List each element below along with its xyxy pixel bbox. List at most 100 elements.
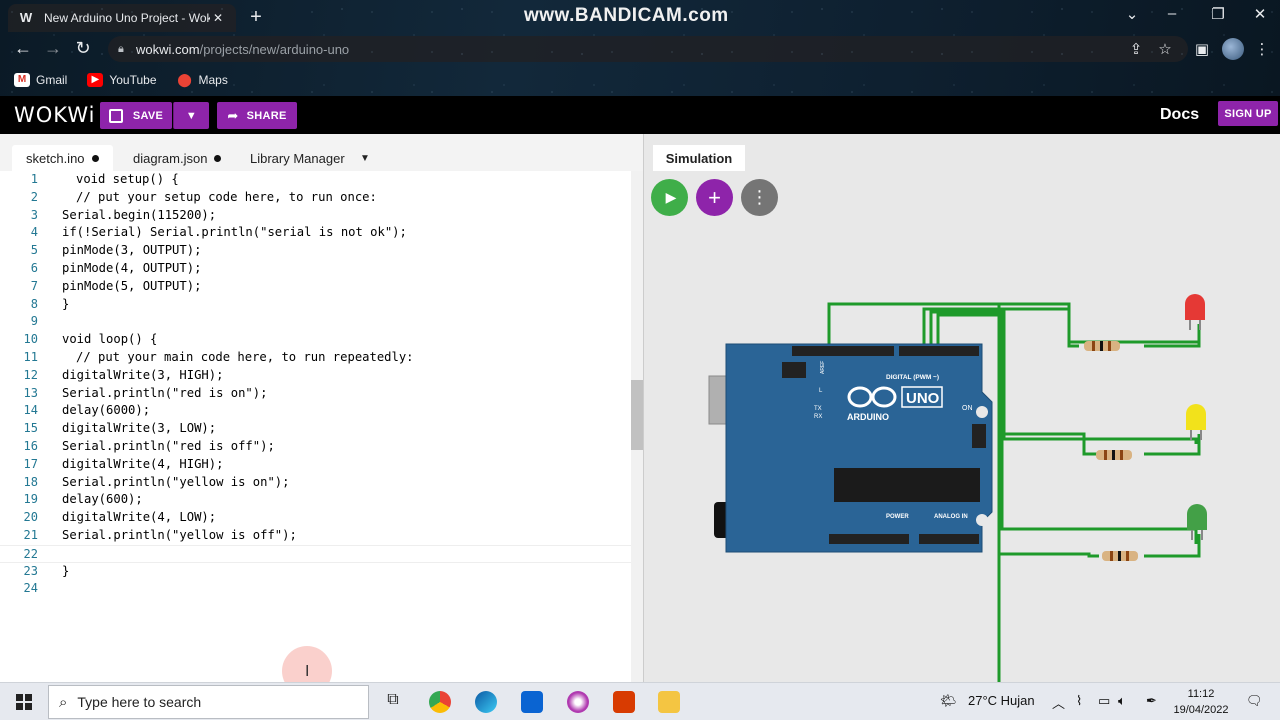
code-text[interactable]: digitalWrite(3, LOW); <box>62 420 216 438</box>
code-line[interactable]: 19 delay(600); <box>0 491 643 509</box>
weather-icon[interactable]: 🌤︎ <box>940 693 957 709</box>
code-text[interactable]: Serial.println("red is off"); <box>62 438 275 456</box>
code-text[interactable]: Serial.println("yellow is on"); <box>62 474 289 492</box>
task-view-icon[interactable]: ⧉ <box>382 691 404 713</box>
tab-diagram-json[interactable]: diagram.json <box>119 145 235 171</box>
code-line[interactable]: 24 <box>0 580 643 598</box>
windows-start-icon[interactable] <box>16 694 32 710</box>
save-dropdown-button[interactable]: ▼ <box>173 102 209 129</box>
bookmark-maps[interactable]: ⬤ Maps <box>177 73 228 88</box>
code-text[interactable]: delay(600); <box>62 491 143 509</box>
tabs-dropdown-caret-icon[interactable]: ▼ <box>346 145 384 171</box>
code-line[interactable]: 8} <box>0 296 643 314</box>
battery-icon[interactable]: ▭ <box>1098 693 1110 709</box>
bookmark-star-icon[interactable]: ☆ <box>1155 40 1175 58</box>
close-icon[interactable]: ✕ <box>210 11 226 25</box>
code-text[interactable]: if(!Serial) Serial.println("serial is no… <box>62 224 407 242</box>
weather-text[interactable]: 27°C Hujan <box>968 693 1035 708</box>
code-text[interactable]: digitalWrite(4, HIGH); <box>62 456 223 474</box>
restore-icon[interactable]: ❐ <box>1206 5 1230 23</box>
file-explorer-icon[interactable] <box>658 691 680 713</box>
code-line[interactable]: 15 digitalWrite(3, LOW); <box>0 420 643 438</box>
minimize-icon[interactable]: – <box>1160 5 1184 22</box>
address-bar[interactable]: 🔒︎ wokwi.com/projects/new/arduino-uno <box>108 36 1188 62</box>
code-text[interactable]: // put your main code here, to run repea… <box>76 349 414 367</box>
code-line[interactable]: 3 Serial.begin(115200); <box>0 207 643 225</box>
resistor-1[interactable] <box>1084 341 1120 351</box>
code-line[interactable]: 2 // put your setup code here, to run onc… <box>0 189 643 207</box>
chevron-up-icon[interactable]: ︿ <box>1052 693 1065 712</box>
code-text[interactable]: } <box>62 563 69 581</box>
back-arrow-icon[interactable]: ← <box>12 38 34 59</box>
code-text[interactable]: digitalWrite(4, LOW); <box>62 509 216 527</box>
editor-scroll-thumb[interactable] <box>631 380 643 450</box>
network-icon[interactable]: ⌇ <box>1076 693 1082 709</box>
signup-button[interactable]: SIGN UP <box>1218 101 1278 126</box>
side-panel-icon[interactable]: ▣ <box>1192 40 1212 58</box>
code-line[interactable]: 10 void loop() { <box>0 331 643 349</box>
window-close-icon[interactable]: ✕ <box>1248 5 1272 23</box>
led-yellow[interactable] <box>1186 404 1206 440</box>
save-button[interactable]: SAVE <box>100 102 172 129</box>
code-line[interactable]: 20 digitalWrite(4, LOW); <box>0 509 643 527</box>
paint-app-icon[interactable] <box>567 691 589 713</box>
wokwi-logo[interactable]: WOKWi <box>14 103 95 127</box>
new-tab-plus-icon[interactable]: + <box>246 6 266 29</box>
led-red[interactable] <box>1185 294 1205 330</box>
code-line[interactable]: 17 digitalWrite(4, HIGH); <box>0 456 643 474</box>
share-page-icon[interactable]: ⇪ <box>1126 40 1146 58</box>
code-line[interactable]: 18 Serial.println("yellow is on"); <box>0 474 643 492</box>
pen-icon[interactable]: ✒ <box>1146 693 1157 709</box>
resistor-2[interactable] <box>1096 450 1132 460</box>
code-line[interactable]: 9 <box>0 313 643 331</box>
code-line[interactable]: 22 <box>0 544 643 563</box>
code-text[interactable]: // put your setup code here, to run once… <box>76 189 377 207</box>
forward-arrow-icon[interactable]: → <box>42 38 64 59</box>
resistor-3[interactable] <box>1102 551 1138 561</box>
code-line[interactable]: 4 if(!Serial) Serial.println("serial is n… <box>0 224 643 242</box>
code-text[interactable]: delay(6000); <box>62 402 150 420</box>
code-area[interactable]: 1 void setup() {2 // put your setup code h… <box>0 171 643 682</box>
system-clock[interactable]: 11:12 19/04/2022 <box>1168 686 1234 718</box>
code-line[interactable]: 16 Serial.println("red is off"); <box>0 438 643 456</box>
code-text[interactable]: pinMode(5, OUTPUT); <box>62 278 201 296</box>
docs-link[interactable]: Docs <box>1160 106 1199 124</box>
profile-avatar[interactable] <box>1222 38 1244 60</box>
bookmark-gmail[interactable]: M Gmail <box>14 73 67 87</box>
code-text[interactable]: void loop() { <box>62 331 157 349</box>
volume-icon[interactable]: 🔈︎ <box>1118 693 1126 709</box>
code-line[interactable]: 7 pinMode(5, OUTPUT); <box>0 278 643 296</box>
code-text[interactable]: } <box>62 296 69 314</box>
code-line[interactable]: 13 Serial.println("red is on"); <box>0 385 643 403</box>
chevron-down-icon[interactable]: ⌄ <box>1120 5 1144 23</box>
browser-tab[interactable]: W New Arduino Uno Project - Wokwi ✕ <box>8 4 236 32</box>
code-line[interactable]: 6 pinMode(4, OUTPUT); <box>0 260 643 278</box>
taskbar-search-box[interactable]: ⌕ Type here to search <box>48 685 369 719</box>
edge-app-icon[interactable] <box>475 691 497 713</box>
code-line[interactable]: 21 Serial.println("yellow is off"); <box>0 527 643 545</box>
chrome-app-icon[interactable] <box>429 691 451 713</box>
code-text[interactable]: pinMode(4, OUTPUT); <box>62 260 201 278</box>
code-line[interactable]: 23} <box>0 563 643 581</box>
mail-app-icon[interactable] <box>521 691 543 713</box>
code-text[interactable]: pinMode(3, OUTPUT); <box>62 242 201 260</box>
code-line[interactable]: 5 pinMode(3, OUTPUT); <box>0 242 643 260</box>
code-text[interactable]: void setup() { <box>76 171 179 189</box>
code-line[interactable]: 1 void setup() { <box>0 171 643 189</box>
code-line[interactable]: 14 delay(6000); <box>0 402 643 420</box>
bookmark-youtube[interactable]: ▶ YouTube <box>87 73 157 87</box>
menu-kebab-icon[interactable]: ⋮ <box>1252 40 1272 58</box>
code-text[interactable]: Serial.begin(115200); <box>62 207 216 225</box>
tab-sketch-ino[interactable]: sketch.ino <box>12 145 113 171</box>
reload-icon[interactable]: ↻ <box>72 38 94 59</box>
code-line[interactable]: 12 digitalWrite(3, HIGH); <box>0 367 643 385</box>
code-line[interactable]: 11 // put your main code here, to run rep… <box>0 349 643 367</box>
code-text[interactable]: Serial.println("yellow is off"); <box>62 527 297 545</box>
office-app-icon[interactable] <box>613 691 635 713</box>
code-text[interactable]: digitalWrite(3, HIGH); <box>62 367 223 385</box>
share-button[interactable]: ➦ SHARE <box>217 102 297 129</box>
code-text[interactable]: Serial.println("red is on"); <box>62 385 267 403</box>
tab-library-manager[interactable]: Library Manager <box>236 145 359 171</box>
arduino-uno-board[interactable]: ARDUINO UNO ON DIGITAL (PWM ~) ANALOG IN… <box>708 343 993 553</box>
notifications-icon[interactable]: 🗨︎ <box>1246 693 1263 709</box>
